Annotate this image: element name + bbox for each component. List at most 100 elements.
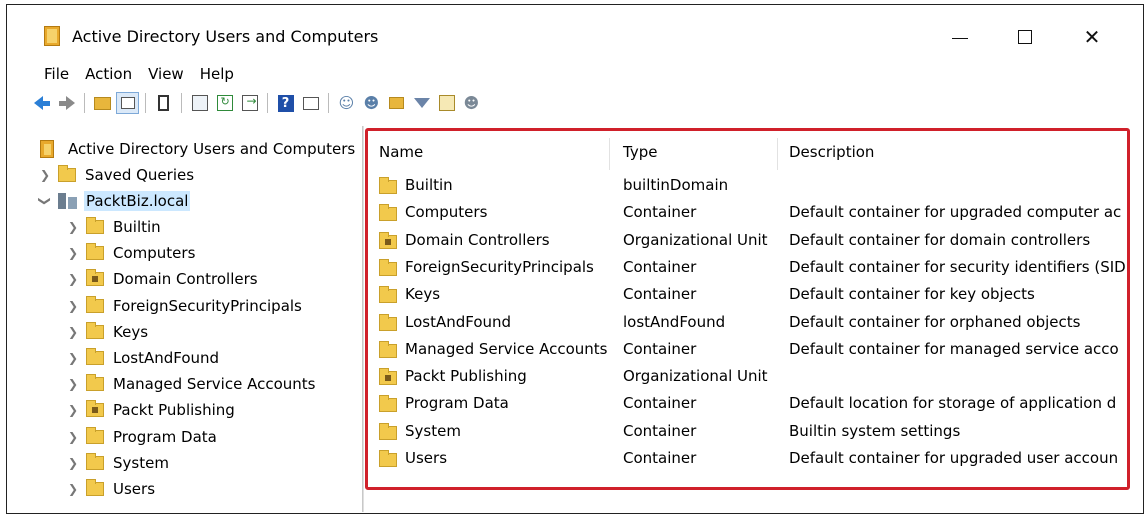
tree-item-saved-queries[interactable]: ❯ Saved Queries — [38, 162, 194, 188]
expand-chevron-icon[interactable]: ❯ — [66, 220, 80, 234]
tree-item[interactable]: ❯ LostAndFound — [66, 345, 219, 371]
pane-splitter[interactable] — [362, 126, 364, 512]
list-item-type: Container — [623, 449, 697, 467]
expand-chevron-icon[interactable]: ❯ — [66, 482, 80, 496]
tree-item[interactable]: ❯ Managed Service Accounts — [66, 371, 315, 397]
expand-chevron-icon[interactable]: ❯ — [66, 377, 80, 391]
tree-root-label: Active Directory Users and Computers — [68, 140, 356, 158]
details-view-icon[interactable] — [299, 92, 322, 114]
list-item-description: Default container for key objects — [789, 285, 1035, 304]
list-item[interactable]: Keys Container Default container for key o… — [371, 281, 1126, 308]
tree-item[interactable]: ❯ ForeignSecurityPrincipals — [66, 293, 302, 319]
app-icon — [44, 26, 60, 46]
list-item[interactable]: Packt Publishing Organizational Unit — [371, 363, 1126, 390]
expand-chevron-icon[interactable]: ❯ — [66, 272, 80, 286]
tree-item[interactable]: ❯ Users — [66, 476, 155, 502]
tree-item[interactable]: ❯ System — [66, 450, 169, 476]
tree-item[interactable]: ❯ Computers — [66, 240, 195, 266]
new-ou-icon[interactable] — [385, 92, 408, 114]
list-item[interactable]: Users Container Default container for upgr… — [371, 445, 1126, 472]
folder-icon — [86, 217, 104, 234]
tree-item[interactable]: ❯ Program Data — [66, 424, 217, 450]
column-header-name[interactable]: Name — [379, 138, 423, 166]
list-item-description: Default container for upgraded computer … — [789, 203, 1122, 222]
new-group-icon[interactable]: ☻ — [360, 92, 383, 114]
list-item[interactable]: Computers Container Default container for … — [371, 199, 1126, 226]
folder-icon — [379, 395, 397, 413]
tree-item[interactable]: ❯ Packt Publishing — [66, 397, 235, 423]
expand-chevron-icon[interactable]: ❯ — [66, 351, 80, 365]
new-user-icon[interactable]: ☺ — [335, 92, 358, 114]
tree-item-label: Domain Controllers — [113, 270, 258, 289]
menu-view[interactable]: View — [140, 63, 192, 87]
back-arrow-icon[interactable] — [30, 92, 53, 114]
list-item-type: Container — [623, 394, 697, 413]
console-tree: Active Directory Users and Computers ❯ S… — [30, 130, 362, 510]
close-button[interactable]: ✕ — [1069, 17, 1115, 57]
expand-chevron-icon[interactable]: ❯ — [66, 403, 80, 417]
up-folder-icon[interactable] — [91, 92, 114, 114]
menu-bar: File Action View Help — [40, 63, 242, 87]
tree-item-label: LostAndFound — [113, 349, 220, 367]
show-hide-console-tree-icon[interactable] — [116, 92, 139, 114]
snap-in-icon — [40, 140, 54, 158]
maximize-button[interactable] — [1002, 17, 1048, 57]
column-header-description[interactable]: Description — [789, 138, 874, 166]
help-icon[interactable]: ? — [274, 92, 297, 114]
folder-icon — [379, 286, 397, 304]
list-item-type: Organizational Unit — [623, 367, 768, 386]
tree-item[interactable]: ❯ Keys — [66, 319, 148, 345]
list-item-type: Container — [623, 285, 697, 304]
list-item[interactable]: Managed Service Accounts Container Default… — [371, 336, 1126, 363]
tree-item-label: Keys — [113, 322, 149, 341]
tree-item-label: Managed Service Accounts — [113, 375, 316, 394]
list-item[interactable]: Builtin builtinDomain — [371, 172, 1126, 199]
menu-file[interactable]: File — [40, 63, 77, 87]
refresh-icon[interactable]: ↻ — [213, 92, 236, 114]
expand-chevron-icon[interactable]: ❯ — [66, 325, 80, 339]
folder-icon — [379, 340, 397, 358]
folder-icon — [86, 426, 104, 444]
list-item[interactable]: LostAndFound lostAndFound Default containe… — [371, 309, 1126, 336]
tree-item-domain[interactable]: ❯ PacktBiz.local — [38, 188, 191, 214]
list-item-name: LostAndFound — [405, 312, 512, 331]
menu-help[interactable]: Help — [192, 63, 242, 87]
expand-chevron-icon[interactable]: ❯ — [66, 430, 80, 444]
list-item-name: Users — [405, 449, 448, 467]
folder-icon — [379, 204, 397, 222]
list-item[interactable]: Program Data Container Default location fo… — [371, 390, 1126, 417]
list-item-name: Packt Publishing — [405, 367, 527, 386]
list-item[interactable]: Domain Controllers Organizational Unit Def… — [371, 227, 1126, 254]
collapse-chevron-icon[interactable]: ❯ — [38, 194, 52, 208]
list-item-description: Builtin system settings — [789, 421, 961, 440]
menu-action[interactable]: Action — [77, 63, 140, 87]
find-icon[interactable] — [435, 92, 458, 114]
folder-icon — [379, 258, 397, 276]
minimize-button[interactable] — [937, 17, 983, 57]
expand-chevron-icon[interactable]: ❯ — [38, 168, 52, 182]
ou-folder-icon — [379, 231, 397, 249]
forward-arrow-icon[interactable] — [55, 92, 78, 114]
filter-icon[interactable] — [410, 92, 433, 114]
folder-icon — [86, 321, 104, 339]
list-item[interactable]: System Container Builtin system settings — [371, 418, 1126, 445]
list-item-type: Container — [623, 203, 697, 222]
list-item-description: Default container for security identifie… — [789, 257, 1126, 276]
folder-icon — [86, 243, 104, 261]
expand-chevron-icon[interactable]: ❯ — [66, 299, 80, 313]
folder-icon — [86, 295, 104, 313]
add-to-group-icon[interactable]: ☻ — [460, 92, 483, 114]
expand-chevron-icon[interactable]: ❯ — [66, 456, 80, 470]
tree-item[interactable]: ❯ Builtin — [66, 214, 161, 240]
tree-root[interactable]: Active Directory Users and Computers — [40, 136, 355, 162]
expand-chevron-icon[interactable]: ❯ — [66, 246, 80, 260]
export-list-icon[interactable]: → — [238, 92, 261, 114]
list-item[interactable]: ForeignSecurityPrincipals Container Defaul… — [371, 254, 1126, 281]
list-item-name: Keys — [405, 285, 441, 304]
tree-item[interactable]: ❯ Domain Controllers — [66, 266, 258, 292]
clipboard-icon[interactable] — [152, 92, 175, 114]
list-item-name: Builtin — [405, 176, 453, 194]
tree-item-label: Users — [113, 480, 156, 498]
properties-icon[interactable] — [188, 92, 211, 114]
column-header-type[interactable]: Type — [623, 138, 657, 166]
